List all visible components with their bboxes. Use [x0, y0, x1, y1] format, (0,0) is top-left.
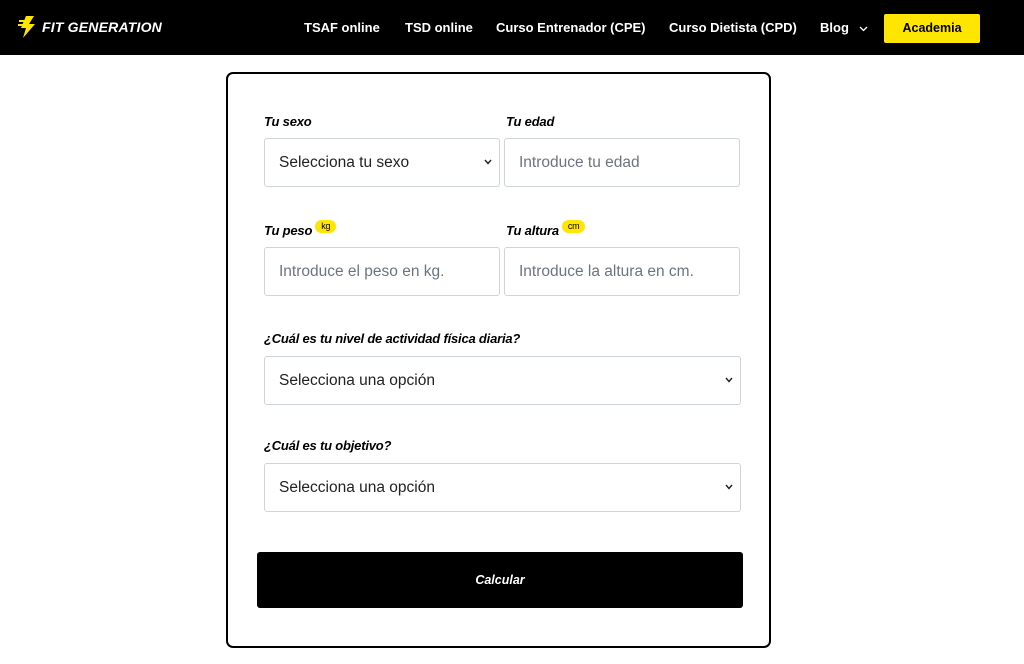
age-label: Tu edad — [506, 114, 555, 129]
height-label: Tu altura cm — [506, 220, 586, 239]
activity-select[interactable]: Selecciona una opción — [264, 356, 741, 405]
weight-input-placeholder: Introduce el peso en kg. — [279, 263, 445, 280]
goal-select[interactable]: Selecciona una opción — [264, 463, 741, 512]
sex-select-value: Selecciona tu sexo — [279, 154, 410, 171]
height-input-placeholder: Introduce la altura en cm. — [519, 263, 694, 280]
chevron-down-icon — [859, 26, 867, 31]
lightning-bolt-icon — [18, 16, 35, 38]
sex-label: Tu sexo — [264, 114, 312, 129]
nav-link-curso-dietista[interactable]: Curso Dietista (CPD) — [669, 20, 797, 36]
brand-name: FIT GENERATION — [42, 19, 162, 35]
brand-logo[interactable]: FIT GENERATION — [18, 16, 162, 38]
chevron-down-icon — [725, 484, 733, 490]
weight-unit-badge: kg — [315, 220, 337, 233]
calculator-form-card: Tu sexo Selecciona tu sexo Tu edad Intro… — [226, 72, 771, 648]
height-input[interactable]: Introduce la altura en cm. — [504, 247, 740, 296]
nav-link-blog-label: Blog — [820, 20, 849, 35]
chevron-down-icon — [725, 377, 733, 383]
weight-label: Tu peso kg — [264, 220, 337, 239]
goal-label: ¿Cuál es tu objetivo? — [264, 438, 392, 453]
academia-button[interactable]: Academia — [884, 14, 980, 43]
weight-label-text: Tu peso — [264, 223, 313, 238]
calculate-button[interactable]: Calcular — [257, 552, 743, 608]
age-input[interactable]: Introduce tu edad — [504, 138, 740, 187]
chevron-down-icon — [484, 159, 492, 165]
height-unit-badge: cm — [561, 220, 586, 233]
activity-label: ¿Cuál es tu nivel de actividad física di… — [264, 331, 521, 346]
goal-select-value: Selecciona una opción — [279, 479, 435, 496]
top-navbar: FIT GENERATION TSAF online TSD online Cu… — [0, 0, 1024, 55]
sex-select[interactable]: Selecciona tu sexo — [264, 138, 500, 187]
nav-link-tsaf-online[interactable]: TSAF online — [304, 20, 380, 36]
age-input-placeholder: Introduce tu edad — [519, 154, 640, 171]
activity-select-value: Selecciona una opción — [279, 372, 435, 389]
nav-link-blog[interactable]: Blog — [820, 20, 868, 36]
height-label-text: Tu altura — [506, 223, 559, 238]
weight-input[interactable]: Introduce el peso en kg. — [264, 247, 500, 296]
nav-link-curso-entrenador[interactable]: Curso Entrenador (CPE) — [496, 20, 646, 36]
nav-link-tsd-online[interactable]: TSD online — [405, 20, 473, 36]
